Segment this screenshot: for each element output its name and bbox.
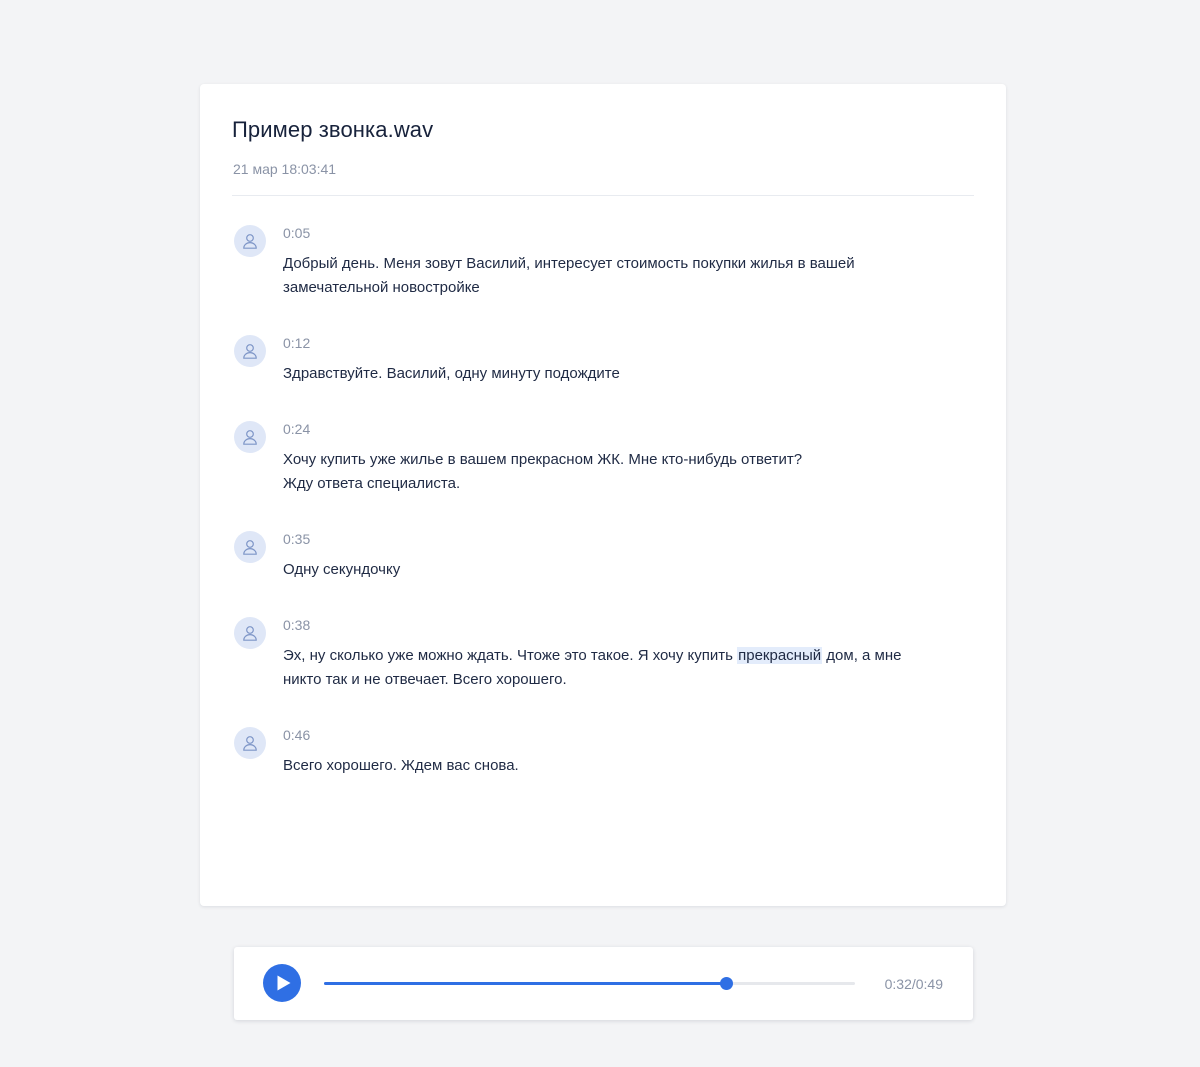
message-text: Всего хорошего. Ждем вас снова. [283,757,519,774]
transcript-list: 0:05 Добрый день. Меня зовут Василий, ин… [232,224,974,812]
transcript-card: Пример звонка.wav 21 мар 18:03:41 0:05 Д… [200,84,1006,906]
user-icon [234,225,266,257]
list-item: 0:24 Хочу купить уже жилье в вашем прекр… [232,420,974,496]
audio-player: 0:32/0:49 [234,947,973,1020]
progress-fill [324,982,727,985]
message-time[interactable]: 0:05 [283,224,855,242]
card-header: Пример звонка.wav 21 мар 18:03:41 [232,116,974,196]
list-item: 0:05 Добрый день. Меня зовут Василий, ин… [232,224,974,300]
message-time[interactable]: 0:38 [283,616,901,634]
user-icon [234,421,266,453]
user-icon [234,617,266,649]
user-icon [234,531,266,563]
search-highlight: прекрасный [737,647,823,664]
progress-track[interactable] [324,977,855,990]
message-time[interactable]: 0:24 [283,420,802,438]
list-item: 0:35 Одну секундочку [232,530,974,582]
progress-handle[interactable] [720,977,734,990]
message-text: Хочу купить уже жилье в вашем прекрасном… [283,451,803,492]
file-title: Пример звонка.wav [232,117,434,142]
message-time[interactable]: 0:12 [283,334,620,352]
message-text: Добрый день. Меня зовут Василий, интерес… [283,255,855,296]
user-icon [234,335,266,367]
play-button[interactable] [263,964,301,1002]
message-time[interactable]: 0:35 [283,530,400,548]
message-text: Эх, ну сколько уже можно ждать. Чтоже эт… [283,644,901,692]
list-item: 0:12 Здравствуйте. Василий, одну минуту … [232,334,974,386]
message-text: Одну секундочку [283,561,401,578]
play-icon [277,975,291,991]
call-timestamp: 21 мар 18:03:41 [233,161,337,177]
list-item: 0:46 Всего хорошего. Ждем вас снова. [232,726,974,778]
message-text: Здравствуйте. Василий, одну минуту подож… [283,365,620,382]
list-item: 0:38 Эх, ну сколько уже можно ждать. Что… [232,616,974,692]
message-time[interactable]: 0:46 [283,726,519,744]
user-icon [234,727,266,759]
time-readout: 0:32/0:49 [884,976,943,992]
message-text-part: Эх, ну сколько уже можно ждать. Чтоже эт… [283,647,738,664]
